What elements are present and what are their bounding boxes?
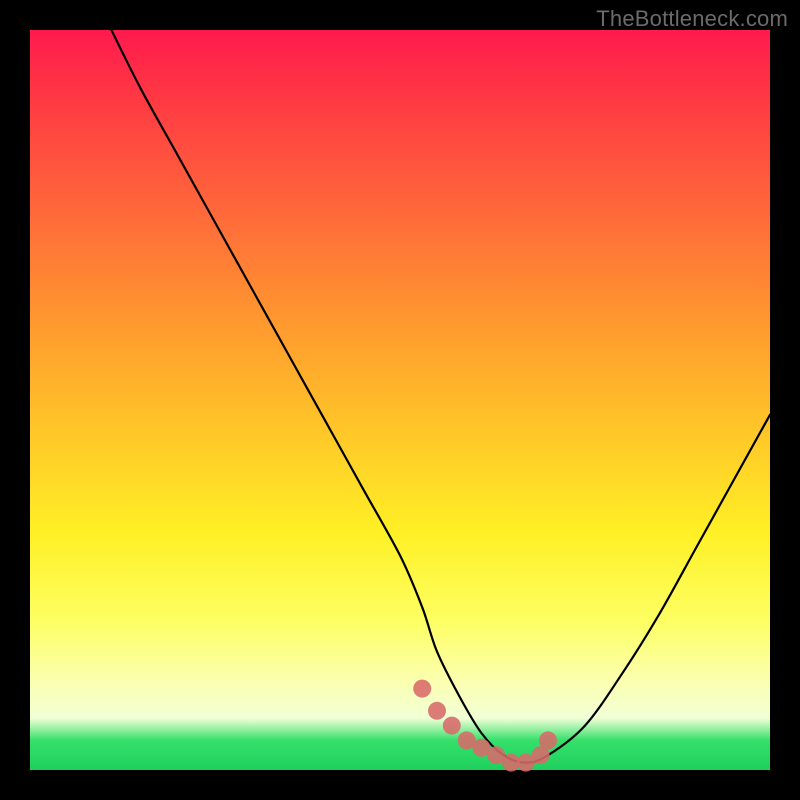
chart-plot-area (30, 30, 770, 770)
trough-marker (443, 717, 461, 735)
bottleneck-curve-path (111, 30, 770, 763)
trough-marker (428, 702, 446, 720)
attribution-label: TheBottleneck.com (596, 6, 788, 32)
chart-svg (30, 30, 770, 770)
trough-marker (413, 680, 431, 698)
chart-stage: TheBottleneck.com (0, 0, 800, 800)
trough-marker (539, 731, 557, 749)
trough-marker-group (413, 680, 557, 772)
